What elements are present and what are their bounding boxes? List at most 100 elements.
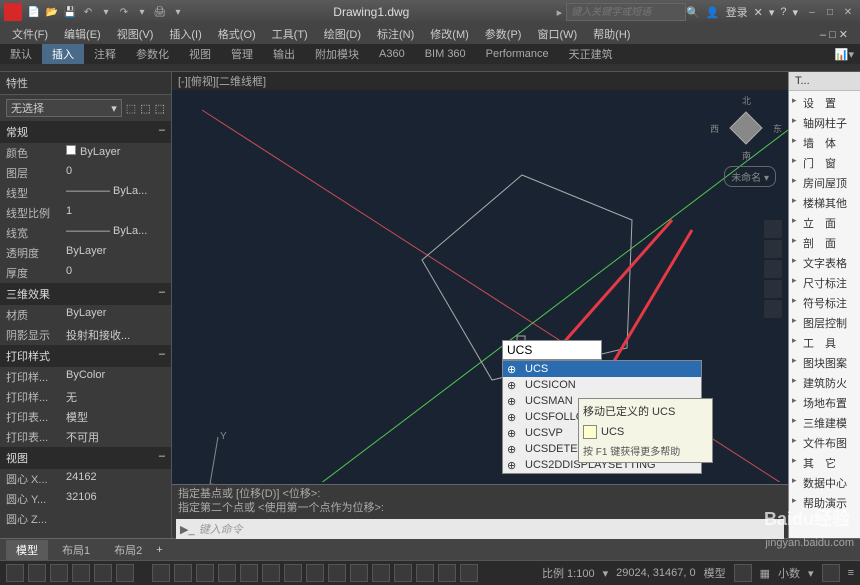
sidebar-item[interactable]: 场地布置 — [789, 393, 860, 413]
sidebar-item[interactable]: 其 它 — [789, 453, 860, 473]
menu-edit[interactable]: 编辑(E) — [56, 24, 109, 44]
sidebar-item[interactable]: 数据中心 — [789, 473, 860, 493]
units-icon[interactable] — [328, 564, 346, 582]
quick-select-icon[interactable]: ⬚ — [126, 102, 136, 115]
prop-row[interactable]: 线型比例1 — [0, 203, 171, 223]
sidebar-item[interactable]: 剖 面 — [789, 233, 860, 253]
polar-icon[interactable] — [72, 564, 90, 582]
menu-view[interactable]: 视图(V) — [109, 24, 162, 44]
sidebar-item[interactable]: 图层控制 — [789, 313, 860, 333]
tab-tianzheng[interactable]: 天正建筑 — [559, 44, 623, 64]
autocomplete-item[interactable]: ⊕UCS — [503, 361, 701, 377]
status-space[interactable]: 模型 — [704, 565, 726, 581]
hardware-icon[interactable] — [460, 564, 478, 582]
exchange-icon[interactable]: ✕ — [754, 6, 763, 19]
menu-insert[interactable]: 插入(I) — [161, 24, 209, 44]
sidebar-item[interactable]: 门 窗 — [789, 153, 860, 173]
prop-row[interactable]: 圆心 Y...32106 — [0, 489, 171, 509]
open-icon[interactable]: 📂 — [44, 4, 60, 20]
osnap-icon[interactable] — [94, 564, 112, 582]
command-input[interactable]: 键入命令 — [199, 521, 780, 537]
ribbon-menu-icon[interactable]: 📊▾ — [825, 46, 860, 63]
tab-view[interactable]: 视图 — [179, 44, 221, 64]
maximize-icon[interactable]: □ — [822, 4, 838, 20]
otrack-icon[interactable] — [116, 564, 134, 582]
filter-icon[interactable] — [350, 564, 368, 582]
cycling-icon[interactable] — [240, 564, 258, 582]
tab-model[interactable]: 模型 — [6, 540, 48, 560]
tab-parametric[interactable]: 参数化 — [126, 44, 179, 64]
prop-row[interactable]: 图层0 — [0, 163, 171, 183]
prop-row[interactable]: 打印样...ByColor — [0, 367, 171, 387]
sidebar-item[interactable]: 墙 体 — [789, 133, 860, 153]
sidebar-item[interactable]: 楼梯其他 — [789, 193, 860, 213]
dyninput-icon[interactable] — [174, 564, 192, 582]
steering-wheel-icon[interactable] — [764, 220, 782, 238]
sidebar-item[interactable]: 轴网柱子 — [789, 113, 860, 133]
prop-section-header[interactable]: 三维效果– — [0, 283, 171, 305]
prop-section-header[interactable]: 视图– — [0, 447, 171, 469]
add-layout-icon[interactable]: + — [156, 544, 162, 556]
status-icon[interactable] — [734, 564, 752, 582]
menu-dimension[interactable]: 标注(N) — [369, 24, 422, 44]
minimize-icon[interactable]: – — [804, 4, 820, 20]
menu-window[interactable]: 窗口(W) — [529, 24, 585, 44]
dropdown-icon[interactable]: ▾ — [98, 4, 114, 20]
menu-draw[interactable]: 绘图(D) — [316, 24, 369, 44]
gizmo-icon[interactable] — [372, 564, 390, 582]
pan-icon[interactable] — [764, 240, 782, 258]
tab-bim360[interactable]: BIM 360 — [415, 46, 476, 62]
menu-tools[interactable]: 工具(T) — [264, 24, 316, 44]
workspace-icon[interactable] — [394, 564, 412, 582]
dropdown-icon[interactable]: ▾ — [134, 4, 150, 20]
tab-insert[interactable]: 插入 — [42, 44, 84, 64]
tab-a360[interactable]: A360 — [369, 46, 415, 62]
menu-parameter[interactable]: 参数(P) — [477, 24, 530, 44]
annomonitor-icon[interactable] — [284, 564, 302, 582]
search-input[interactable] — [566, 3, 686, 21]
prop-row[interactable]: 颜色ByLayer — [0, 143, 171, 163]
dropdown-icon[interactable]: ▾ — [792, 6, 798, 19]
pickadd-icon[interactable]: ⬚ — [155, 102, 165, 115]
menu-format[interactable]: 格式(O) — [210, 24, 264, 44]
close-icon[interactable]: ✕ — [840, 4, 856, 20]
tab-default[interactable]: 默认 — [0, 44, 42, 64]
snap-icon[interactable] — [28, 564, 46, 582]
menu-modify[interactable]: 修改(M) — [422, 24, 477, 44]
sidebar-item[interactable]: 文字表格 — [789, 253, 860, 273]
sidebar-item[interactable]: 建筑防火 — [789, 373, 860, 393]
prop-row[interactable]: 打印表...不可用 — [0, 427, 171, 447]
zoom-icon[interactable] — [764, 260, 782, 278]
sidebar-item[interactable]: 尺寸标注 — [789, 273, 860, 293]
view-cube[interactable]: 北 南 东 西 — [716, 98, 776, 158]
new-icon[interactable]: 📄 — [26, 4, 42, 20]
view-label[interactable]: [-][俯视][二维线框] — [172, 72, 788, 90]
tab-layout1[interactable]: 布局1 — [52, 540, 100, 560]
sidebar-item[interactable]: 三维建模 — [789, 413, 860, 433]
clean-screen-icon[interactable] — [822, 564, 840, 582]
ortho-icon[interactable] — [50, 564, 68, 582]
tab-performance[interactable]: Performance — [476, 46, 559, 62]
prop-row[interactable]: 圆心 Z... — [0, 509, 171, 529]
sidebar-item[interactable]: 图块图案 — [789, 353, 860, 373]
sidebar-item[interactable]: 符号标注 — [789, 293, 860, 313]
prop-row[interactable]: 圆心 X...24162 — [0, 469, 171, 489]
menu-help[interactable]: 帮助(H) — [585, 24, 638, 44]
sidebar-item[interactable]: 设 置 — [789, 93, 860, 113]
3dosnap-icon[interactable] — [262, 564, 280, 582]
prop-row[interactable]: 线型———— ByLa... — [0, 183, 171, 203]
sidebar-item[interactable]: 立 面 — [789, 213, 860, 233]
autocomplete-item[interactable]: ⊕UCSICON — [503, 377, 701, 393]
user-icon[interactable]: 👤 — [706, 6, 720, 19]
dynucs-icon[interactable] — [152, 564, 170, 582]
sidebar-item[interactable]: 工 具 — [789, 333, 860, 353]
status-scale[interactable]: 比例 1:100 — [542, 565, 595, 581]
login-link[interactable]: 登录 — [726, 4, 748, 20]
lineweight-icon[interactable] — [196, 564, 214, 582]
iso-icon[interactable] — [438, 564, 456, 582]
prop-row[interactable]: 线宽———— ByLa... — [0, 223, 171, 243]
tab-annotate[interactable]: 注释 — [84, 44, 126, 64]
tab-addins[interactable]: 附加模块 — [305, 44, 369, 64]
help-icon[interactable]: ? — [780, 6, 786, 18]
prop-row[interactable]: 阴影显示投射和接收... — [0, 325, 171, 345]
